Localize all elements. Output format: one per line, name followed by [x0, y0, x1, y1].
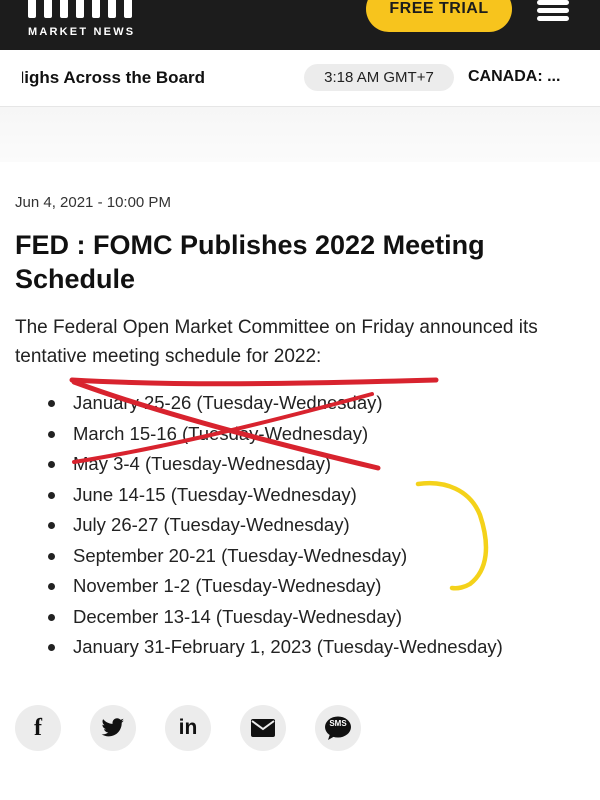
- linkedin-icon: in: [178, 716, 198, 739]
- article-date: Jun 4, 2021 - 10:00 PM: [15, 194, 171, 211]
- top-header: MARKET NEWS FREE TRIAL: [0, 0, 600, 50]
- list-item: September 20-21 (Tuesday-Wednesday): [44, 541, 503, 572]
- sms-label: SMS: [329, 719, 347, 728]
- ticker-headline-text: Highs Across the Board: [22, 68, 206, 87]
- list-item: December 13-14 (Tuesday-Wednesday): [44, 602, 503, 633]
- hamburger-icon[interactable]: [537, 0, 569, 22]
- news-ticker: Highs Across the Board 3:18 AM GMT+7 CAN…: [0, 50, 600, 107]
- list-item: May 3-4 (Tuesday-Wednesday): [44, 449, 503, 480]
- logo-bars-icon[interactable]: [28, 0, 132, 18]
- article-title: FED : FOMC Publishes 2022 Meeting Schedu…: [15, 230, 485, 294]
- list-item: July 26-27 (Tuesday-Wednesday): [44, 510, 503, 541]
- ticker-headline[interactable]: Highs Across the Board: [22, 68, 227, 88]
- time-badge: 3:18 AM GMT+7: [304, 64, 454, 91]
- ad-placeholder: [0, 107, 600, 162]
- twitter-share-button[interactable]: [90, 705, 136, 751]
- email-share-button[interactable]: [240, 705, 286, 751]
- red-strike-line: [69, 377, 439, 387]
- logo-text[interactable]: MARKET NEWS: [28, 26, 135, 38]
- facebook-share-button[interactable]: f: [15, 705, 61, 751]
- twitter-icon: [101, 718, 124, 737]
- article-intro: The Federal Open Market Committee on Fri…: [15, 317, 538, 367]
- list-item: March 15-16 (Tuesday-Wednesday): [44, 419, 503, 450]
- sms-share-button[interactable]: SMS: [315, 705, 361, 751]
- envelope-icon: [251, 719, 275, 737]
- list-item: January 31-February 1, 2023 (Tuesday-Wed…: [44, 632, 503, 663]
- facebook-icon: f: [34, 714, 42, 741]
- ticker-country[interactable]: CANADA: ...: [468, 68, 600, 86]
- meeting-schedule-list: January 25-26 (Tuesday-Wednesday) March …: [44, 388, 503, 663]
- list-item: November 1-2 (Tuesday-Wednesday): [44, 571, 503, 602]
- list-item: January 25-26 (Tuesday-Wednesday): [44, 388, 503, 419]
- list-item: June 14-15 (Tuesday-Wednesday): [44, 480, 503, 511]
- free-trial-button[interactable]: FREE TRIAL: [366, 0, 512, 32]
- linkedin-share-button[interactable]: in: [165, 705, 211, 751]
